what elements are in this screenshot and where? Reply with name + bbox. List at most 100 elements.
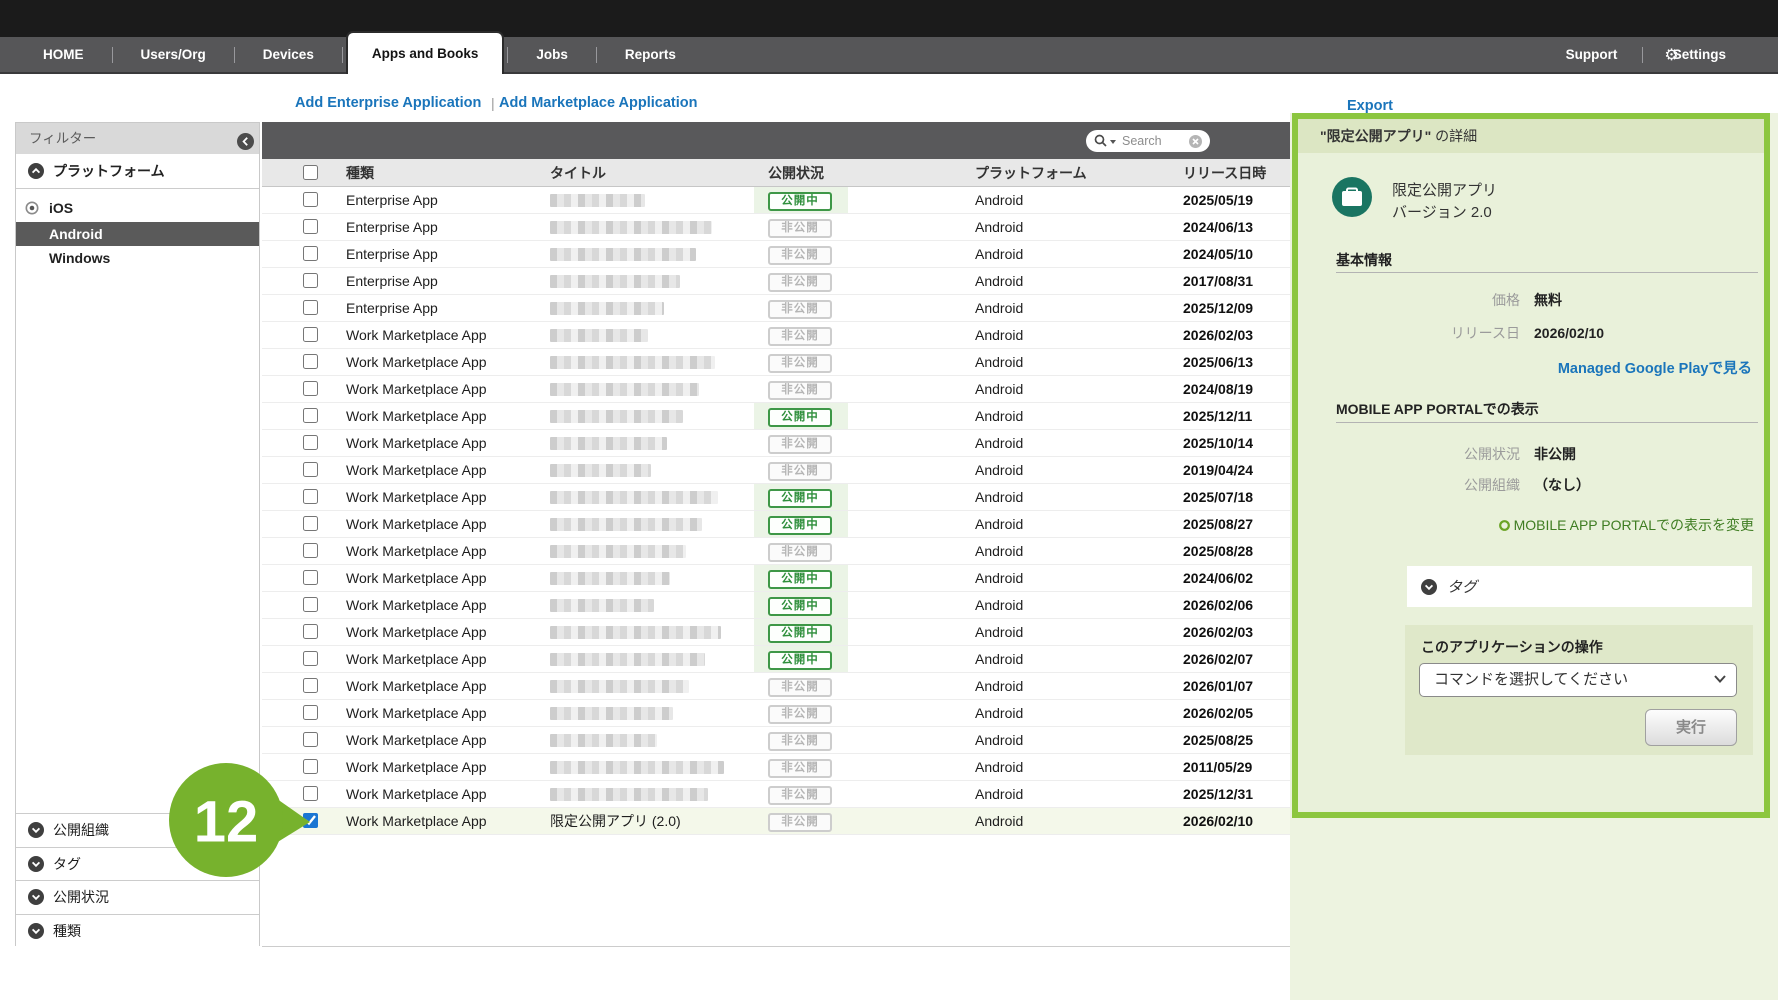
column-header-released[interactable]: リリース日時 [1183,159,1266,187]
nav-tab-apps-and-books[interactable]: Apps and Books [346,31,505,74]
app-detail-panel: "限定公開アプリ" の詳細 限定公開アプリ バージョン 2.0 基本情報 価格無… [1292,113,1770,818]
table-row[interactable]: Work Marketplace App 非公開 Android 2025/06… [262,349,1290,376]
row-checkbox[interactable] [303,381,318,396]
row-checkbox[interactable] [303,597,318,612]
search-scope-dropdown-icon[interactable] [1109,139,1117,145]
row-checkbox[interactable] [303,624,318,639]
row-released: 2025/10/14 [1183,430,1253,456]
add-marketplace-application-link[interactable]: Add Marketplace Application [499,95,697,111]
row-checkbox[interactable] [303,246,318,261]
row-checkbox[interactable] [303,489,318,504]
table-row[interactable]: Enterprise App 非公開 Android 2024/05/10 [262,241,1290,268]
sidebar-item-ios[interactable]: iOS [16,196,259,220]
row-checkbox[interactable] [303,705,318,720]
table-row[interactable]: Work Marketplace App 非公開 Android 2025/08… [262,727,1290,754]
nav-tab-devices[interactable]: Devices [238,37,339,72]
command-select[interactable]: コマンドを選択してください [1419,663,1737,697]
redacted-title [550,491,718,504]
nav-tab-users-org[interactable]: Users/Org [116,37,231,72]
search-box[interactable] [1086,130,1210,152]
row-released: 2019/04/24 [1183,457,1253,483]
row-released: 2026/02/07 [1183,646,1253,672]
sidebar-item-android[interactable]: Android [16,222,259,246]
nav-tab-home[interactable]: HOME [18,37,109,72]
row-checkbox[interactable] [303,408,318,423]
row-checkbox[interactable] [303,732,318,747]
table-row[interactable]: Work Marketplace App 公開中 Android 2026/02… [262,592,1290,619]
support-link[interactable]: Support [1544,37,1640,72]
table-row[interactable]: Work Marketplace App 非公開 Android 2025/12… [262,781,1290,808]
table-row[interactable]: Enterprise App 公開中 Android 2025/05/19 [262,187,1290,214]
table-row[interactable]: Work Marketplace App 公開中 Android 2026/02… [262,619,1290,646]
table-row[interactable]: Work Marketplace App 非公開 Android 2019/04… [262,457,1290,484]
row-checkbox[interactable] [303,678,318,693]
table-row[interactable]: Work Marketplace App 非公開 Android 2011/05… [262,754,1290,781]
table-row[interactable]: Work Marketplace App 公開中 Android 2024/06… [262,565,1290,592]
table-row[interactable]: Work Marketplace App 非公開 Android 2025/10… [262,430,1290,457]
row-title [550,727,657,755]
release-value: 2026/02/10 [1534,325,1604,341]
table-row[interactable]: Work Marketplace App 非公開 Android 2025/08… [262,538,1290,565]
execute-button[interactable]: 実行 [1645,709,1737,746]
table-row[interactable]: Work Marketplace App 非公開 Android 2026/02… [262,700,1290,727]
add-enterprise-application-link[interactable]: Add Enterprise Application [295,95,481,111]
column-header-status[interactable]: 公開状況 [768,159,824,187]
sidebar-section-3[interactable]: 種類 [16,914,259,948]
row-checkbox[interactable] [303,354,318,369]
tags-section-bar[interactable]: タグ [1407,566,1752,607]
nav-tab-jobs[interactable]: Jobs [511,37,593,72]
column-header-type[interactable]: 種類 [346,159,374,187]
row-checkbox[interactable] [303,516,318,531]
status-badge: 公開中 [768,570,832,589]
row-type: Work Marketplace App [346,457,487,483]
table-row[interactable]: Work Marketplace App 公開中 Android 2025/08… [262,511,1290,538]
row-type: Work Marketplace App [346,646,487,672]
nav-tab-reports[interactable]: Reports [600,37,701,72]
table-row[interactable]: Enterprise App 非公開 Android 2025/12/09 [262,295,1290,322]
status-badge: 非公開 [768,678,832,697]
managed-google-play-link[interactable]: Managed Google Playで見る [1558,357,1752,378]
row-checkbox[interactable] [303,462,318,477]
table-row[interactable]: Work Marketplace App 非公開 Android 2026/01… [262,673,1290,700]
settings-link[interactable]: Settings [1665,37,1748,72]
table-row[interactable]: Work Marketplace App 公開中 Android 2025/12… [262,403,1290,430]
nav-divider [112,47,113,63]
release-label: リリース日 [1336,324,1520,342]
row-title [550,538,686,566]
redacted-title [550,437,667,450]
row-platform: Android [975,403,1023,429]
row-title [550,619,721,647]
row-checkbox[interactable] [303,543,318,558]
table-row[interactable]: Enterprise App 非公開 Android 2017/08/31 [262,268,1290,295]
portal-change-link[interactable]: MOBILE APP PORTALでの表示を変更 [1499,515,1754,535]
table-row[interactable]: Work Marketplace App 非公開 Android 2026/02… [262,322,1290,349]
table-row[interactable]: Work Marketplace App 限定公開アプリ (2.0) 非公開 A… [262,808,1290,835]
row-checkbox[interactable] [303,192,318,207]
search-clear-icon[interactable] [1189,135,1202,148]
column-header-title[interactable]: タイトル [550,159,606,187]
row-checkbox[interactable] [303,651,318,666]
row-checkbox[interactable] [303,435,318,450]
row-platform: Android [975,727,1023,753]
table-row[interactable]: Enterprise App 非公開 Android 2024/06/13 [262,214,1290,241]
sidebar-item-windows[interactable]: Windows [16,246,259,270]
row-checkbox[interactable] [303,273,318,288]
table-row[interactable]: Work Marketplace App 公開中 Android 2025/07… [262,484,1290,511]
search-input[interactable] [1120,133,1189,149]
row-title [550,457,651,485]
table-row[interactable]: Work Marketplace App 非公開 Android 2024/08… [262,376,1290,403]
column-header-platform[interactable]: プラットフォーム [975,159,1087,187]
sidebar-section-platform[interactable]: プラットフォーム [16,154,259,189]
row-checkbox[interactable] [303,570,318,585]
row-checkbox[interactable] [303,219,318,234]
table-row[interactable]: Work Marketplace App 公開中 Android 2026/02… [262,646,1290,673]
status-badge: 非公開 [768,273,832,292]
row-checkbox[interactable] [303,327,318,342]
sidebar-collapse-button[interactable] [237,130,254,147]
select-all-checkbox[interactable] [303,165,318,183]
status-badge: 公開中 [768,597,832,616]
row-platform: Android [975,430,1023,456]
row-checkbox[interactable] [303,300,318,315]
export-link[interactable]: Export [1347,98,1393,114]
briefcase-icon [1332,177,1372,217]
